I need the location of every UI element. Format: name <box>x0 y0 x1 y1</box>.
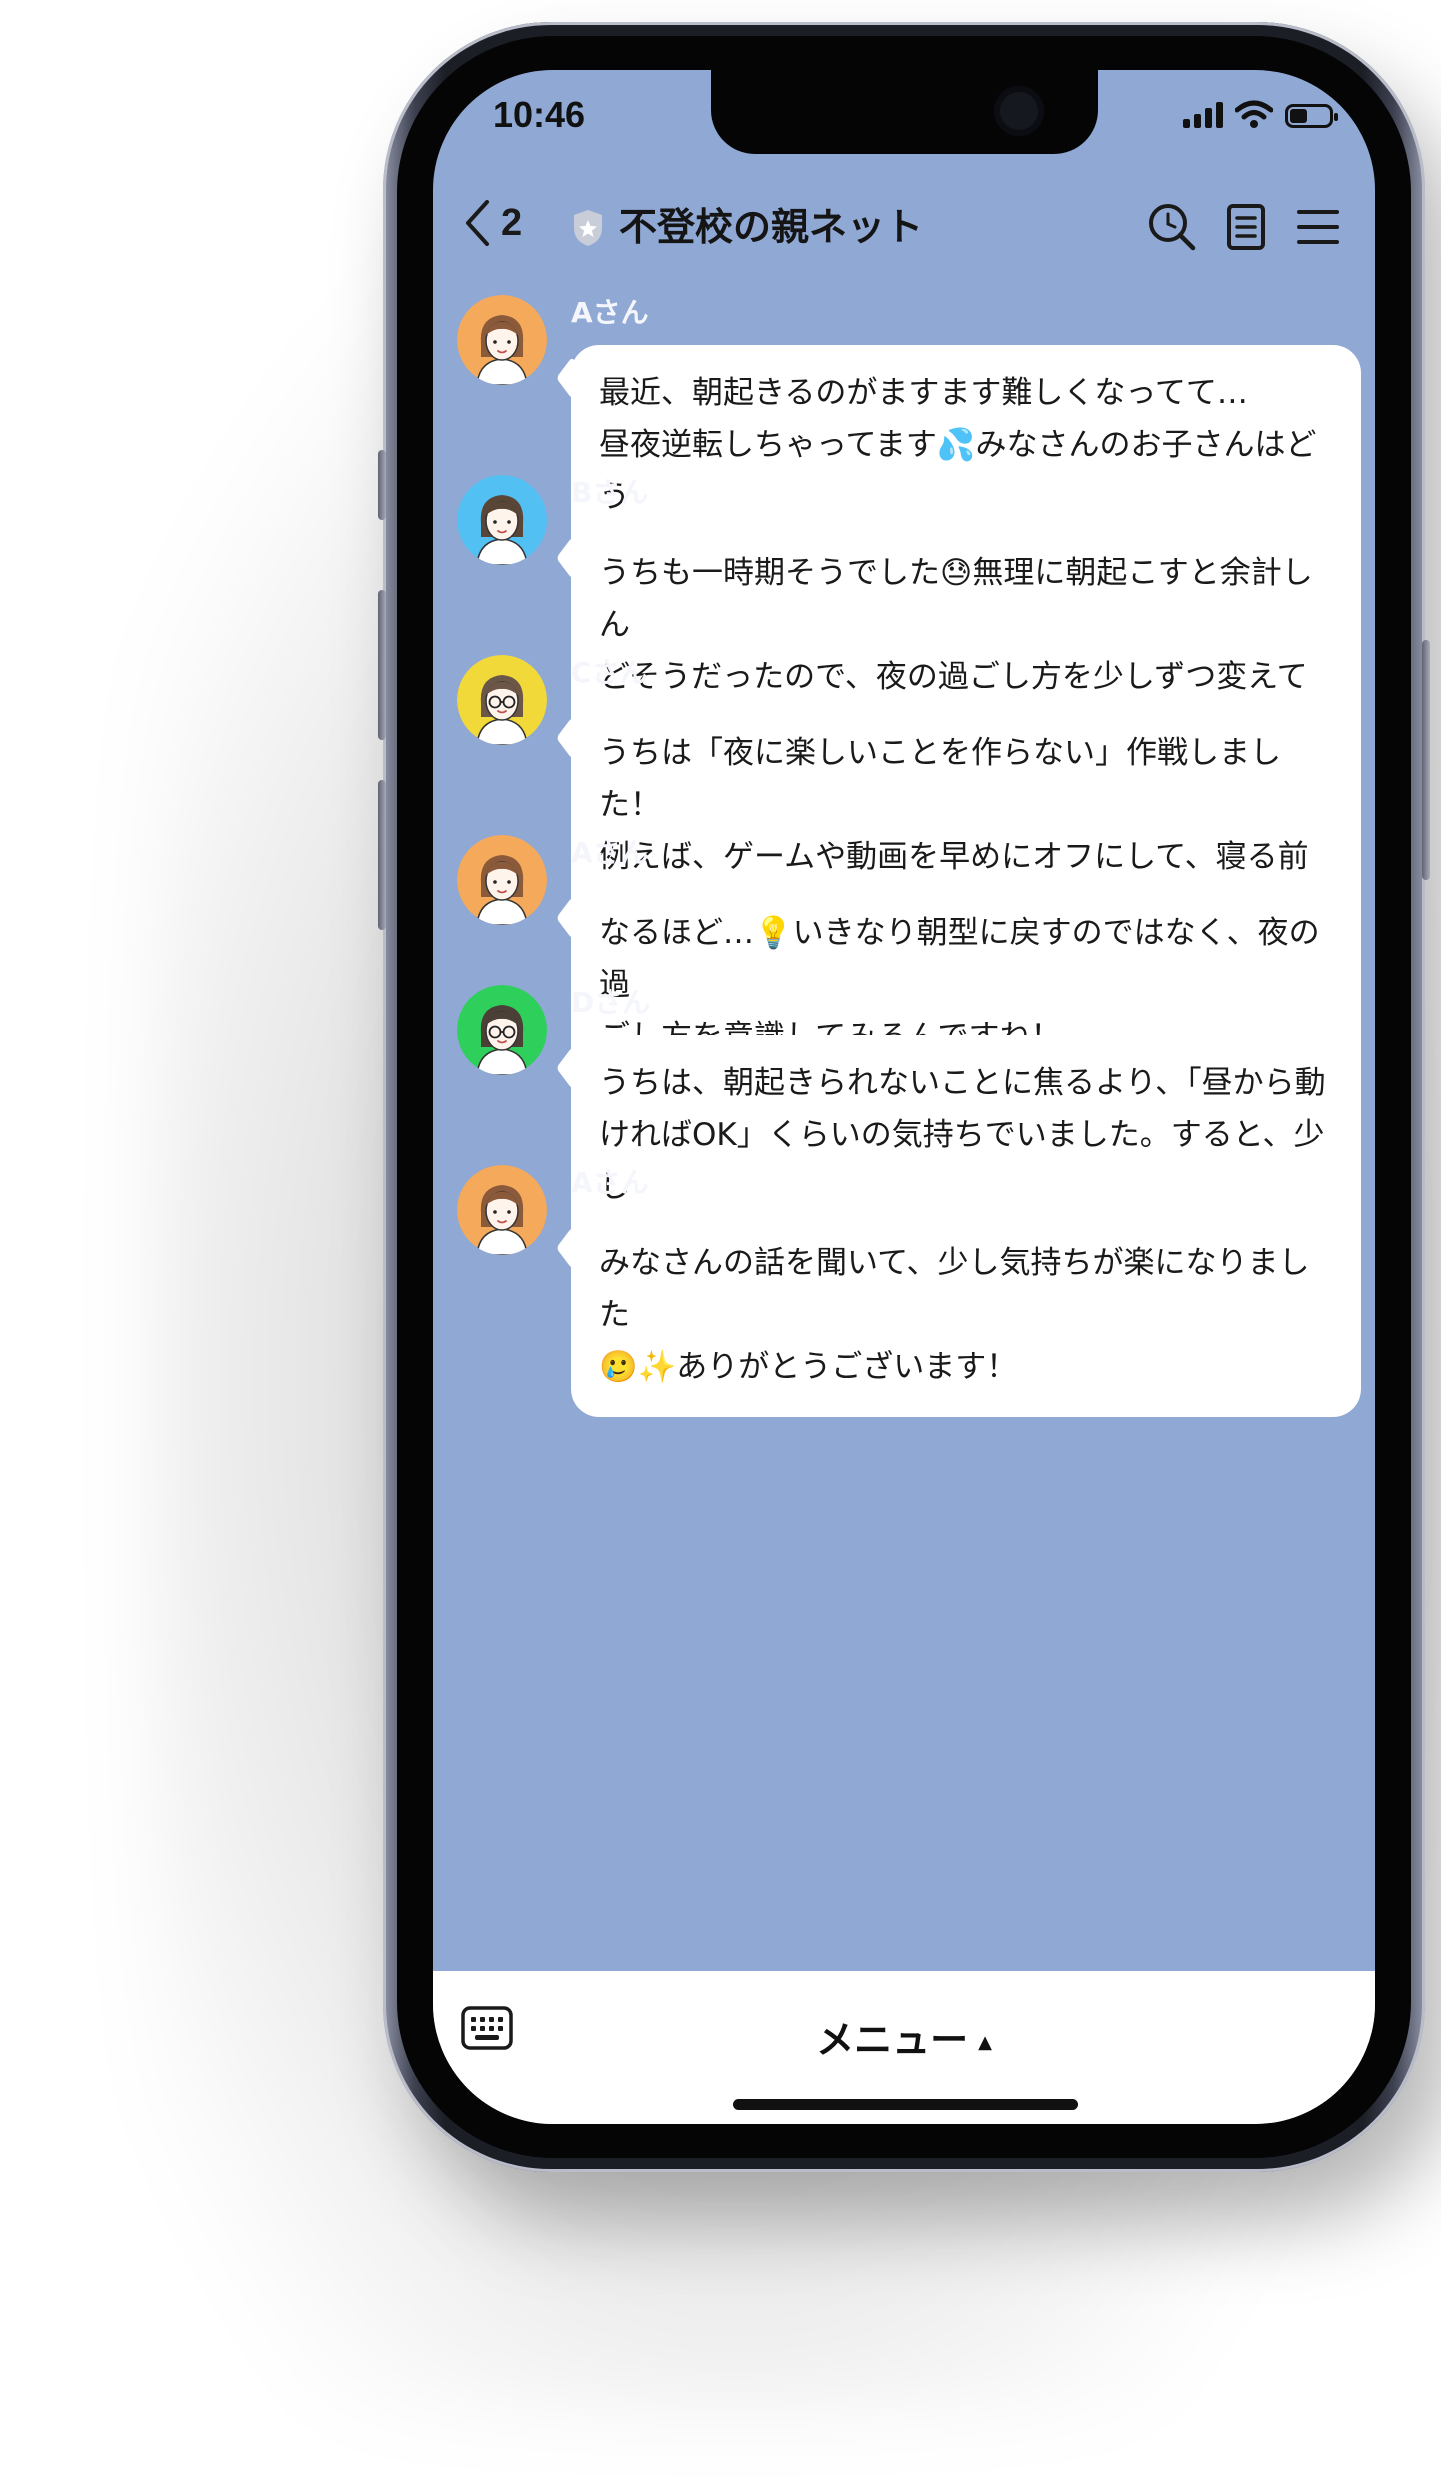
search-icon[interactable] <box>1145 200 1199 254</box>
shield-star-icon <box>574 210 602 246</box>
mute-switch <box>378 450 386 520</box>
sender-name: Dさん <box>571 986 651 1019</box>
power-button <box>1422 640 1430 880</box>
home-indicator[interactable] <box>733 2099 1078 2110</box>
volume-down-button <box>378 780 386 930</box>
cellular-signal-icon <box>1183 102 1223 128</box>
camera-notch <box>711 70 1098 154</box>
avatar-a[interactable] <box>457 295 547 385</box>
menu-button[interactable]: メニュー ▲ <box>433 2009 1375 2064</box>
status-icons <box>1183 100 1338 128</box>
avatar-b[interactable] <box>457 475 547 565</box>
sender-name: Aさん <box>571 1166 649 1199</box>
triangle-up-icon: ▲ <box>978 2032 992 2053</box>
avatar-a[interactable] <box>457 835 547 925</box>
hamburger-menu-icon[interactable] <box>1291 200 1345 254</box>
sender-name: Aさん <box>571 296 649 329</box>
chat-header: 2 不登校の親ネット <box>433 170 1375 290</box>
group-name: 不登校の親ネット <box>619 205 924 249</box>
volume-up-button <box>378 590 386 740</box>
avatar-d[interactable] <box>457 985 547 1075</box>
bottom-menu-bar: メニュー ▲ <box>433 1971 1375 2124</box>
front-camera <box>994 86 1044 136</box>
avatar-a[interactable] <box>457 1165 547 1255</box>
sender-name: Bさん <box>571 476 649 509</box>
avatar-c[interactable] <box>457 655 547 745</box>
chevron-left-icon <box>466 200 489 246</box>
back-button[interactable]: 2 <box>463 198 522 248</box>
wifi-icon <box>1235 100 1273 128</box>
menu-label: メニュー <box>816 2018 969 2062</box>
status-time: 10:46 <box>493 94 586 135</box>
message-bubble[interactable]: みなさんの話を聞いて、少し気持ちが楽になりました 🥲✨ありがとうございます！ <box>571 1215 1361 1417</box>
unread-count: 2 <box>501 201 523 244</box>
sender-name: Cさん <box>571 656 648 689</box>
phone-screen: 10:46 2 不登校の親ネット Aさん 最近、朝起きるのがますます難しくなって… <box>433 70 1375 2124</box>
battery-icon <box>1285 104 1338 128</box>
sender-name: Aさん <box>571 836 649 869</box>
battery-level <box>1290 109 1308 123</box>
notes-icon[interactable] <box>1219 200 1273 254</box>
